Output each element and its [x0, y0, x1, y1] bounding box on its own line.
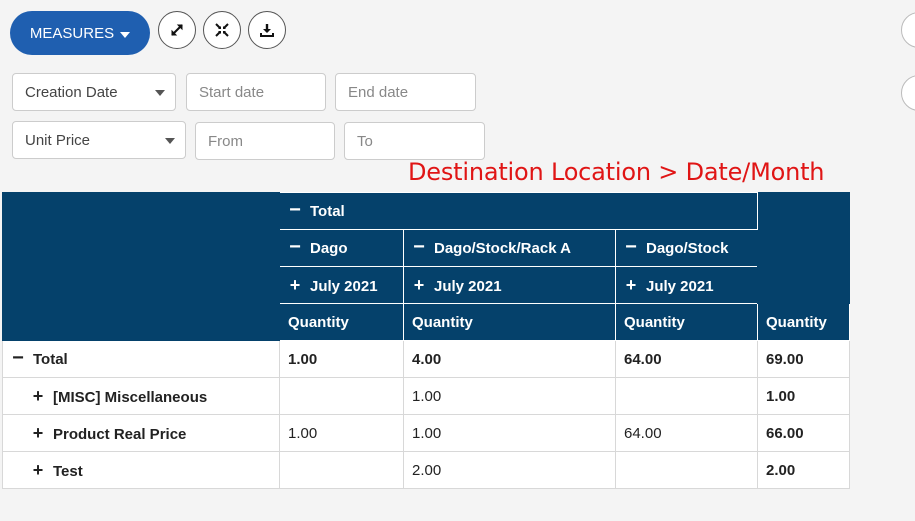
price-to-placeholder: To	[357, 132, 373, 150]
cell-value[interactable]: 4.00	[403, 340, 616, 378]
pivot-table: − Total − Dago − Dago/Stock/Rack A − Dago/St…	[2, 192, 850, 489]
header-month[interactable]: + July 2021	[615, 266, 758, 304]
side-button[interactable]	[901, 75, 915, 111]
header-measure[interactable]: Quantity	[403, 303, 616, 341]
header-location[interactable]: − Dago	[279, 229, 404, 267]
header-month-label: July 2021	[434, 277, 502, 295]
row-header[interactable]: + Product Real Price	[2, 414, 280, 452]
table-row: + Test 2.00 2.00	[2, 451, 850, 489]
measures-button[interactable]: MEASURES	[10, 11, 150, 55]
collapse-icon	[215, 23, 229, 37]
end-date-input[interactable]: End date	[335, 73, 476, 111]
row-header[interactable]: + Test	[2, 451, 280, 489]
start-date-input[interactable]: Start date	[186, 73, 326, 111]
start-date-placeholder: Start date	[199, 83, 265, 101]
row-label: Test	[53, 462, 83, 480]
header-month[interactable]: + July 2021	[403, 266, 616, 304]
table-row: + Product Real Price 1.00 1.00 64.00 66.0…	[2, 414, 850, 452]
cell-value[interactable]: 64.00	[615, 340, 758, 378]
header-location-label: Dago	[310, 239, 348, 257]
row-label: Product Real Price	[53, 425, 187, 443]
header-total[interactable]: − Total	[279, 192, 758, 230]
plus-icon: +	[32, 459, 44, 480]
plus-icon: +	[32, 422, 44, 443]
annotation-text: Destination Location > Date/Month	[408, 158, 825, 186]
caret-down-icon	[120, 31, 131, 38]
unit-price-selected: Unit Price	[25, 131, 91, 149]
header-month-label: July 2021	[646, 277, 714, 295]
creation-date-selected: Creation Date	[25, 83, 118, 101]
header-month-label: July 2021	[310, 277, 378, 295]
cell-value[interactable]: 2.00	[403, 451, 616, 489]
header-location-label: Dago/Stock/Rack A	[434, 239, 571, 257]
price-from-input[interactable]: From	[195, 122, 335, 160]
plus-icon: +	[289, 274, 301, 295]
cell-value[interactable]: 1.00	[279, 340, 404, 378]
header-measure[interactable]: Quantity	[757, 303, 850, 341]
header-location-label: Dago/Stock	[646, 239, 729, 257]
header-measure[interactable]: Quantity	[615, 303, 758, 341]
header-location[interactable]: − Dago/Stock	[615, 229, 758, 267]
chevron-down-icon	[165, 138, 175, 144]
plus-icon: +	[625, 274, 637, 295]
cell-total[interactable]: 1.00	[757, 377, 850, 415]
minus-icon: −	[413, 235, 425, 258]
minus-icon: −	[12, 346, 24, 369]
cell-value[interactable]	[279, 451, 404, 489]
chevron-down-icon	[155, 90, 165, 96]
cell-value[interactable]	[615, 377, 758, 415]
header-total-spacer	[757, 192, 850, 304]
measures-label: MEASURES	[29, 24, 115, 42]
minus-icon: −	[289, 198, 301, 221]
minus-icon: −	[625, 235, 637, 258]
header-measure[interactable]: Quantity	[279, 303, 404, 341]
header-location[interactable]: − Dago/Stock/Rack A	[403, 229, 616, 267]
row-label: [MISC] Miscellaneous	[53, 388, 208, 406]
creation-date-select[interactable]: Creation Date	[12, 73, 176, 111]
pivot-corner	[2, 192, 280, 341]
cell-total[interactable]: 69.00	[757, 340, 850, 378]
row-header[interactable]: + [MISC] Miscellaneous	[2, 377, 280, 415]
side-button[interactable]	[901, 12, 915, 48]
cell-value[interactable]: 1.00	[403, 414, 616, 452]
minus-icon: −	[289, 235, 301, 258]
expand-icon	[171, 24, 183, 36]
expand-all-button[interactable]	[158, 11, 196, 49]
cell-value[interactable]: 64.00	[615, 414, 758, 452]
cell-value[interactable]: 1.00	[279, 414, 404, 452]
cell-value[interactable]: 1.00	[403, 377, 616, 415]
price-to-input[interactable]: To	[344, 122, 485, 160]
table-row: + [MISC] Miscellaneous 1.00 1.00	[2, 377, 850, 415]
header-total-label: Total	[310, 202, 345, 220]
plus-icon: +	[32, 385, 44, 406]
plus-icon: +	[413, 274, 425, 295]
row-label: Total	[33, 350, 68, 368]
end-date-placeholder: End date	[348, 83, 409, 101]
price-from-placeholder: From	[208, 132, 243, 150]
cell-total[interactable]: 66.00	[757, 414, 850, 452]
table-row: − Total 1.00 4.00 64.00 69.00	[2, 340, 850, 378]
header-month[interactable]: + July 2021	[279, 266, 404, 304]
collapse-all-button[interactable]	[203, 11, 241, 49]
download-icon	[260, 24, 274, 37]
download-button[interactable]	[248, 11, 286, 49]
unit-price-select[interactable]: Unit Price	[12, 121, 186, 159]
cell-value[interactable]	[615, 451, 758, 489]
cell-total[interactable]: 2.00	[757, 451, 850, 489]
cell-value[interactable]	[279, 377, 404, 415]
row-header-total[interactable]: − Total	[2, 340, 280, 378]
